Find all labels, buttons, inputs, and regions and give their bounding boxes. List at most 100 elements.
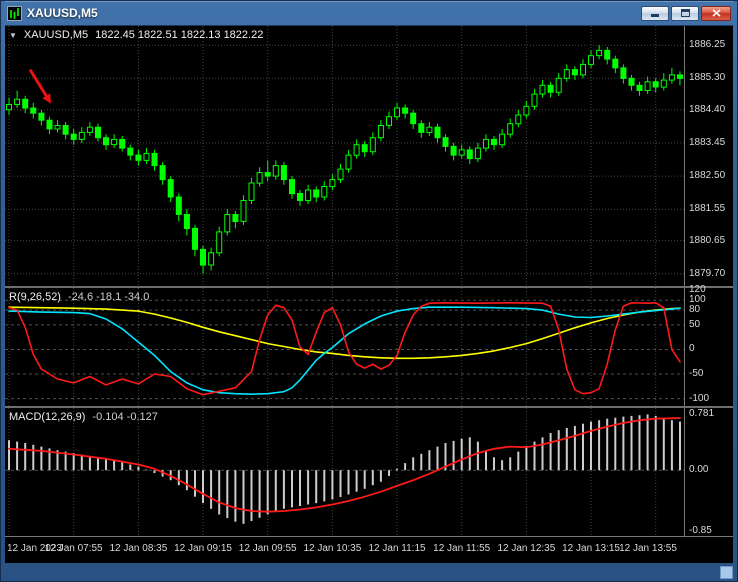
candle-body bbox=[402, 107, 409, 114]
candle-body bbox=[539, 84, 546, 95]
price-scale[interactable]: 1886.25 1885.30 1884.40 1883.45 1882.50 1881.… bbox=[684, 26, 733, 286]
candle-body bbox=[580, 63, 586, 76]
candle-body bbox=[636, 84, 643, 91]
scale-label: -100 bbox=[689, 392, 710, 404]
resize-grip[interactable] bbox=[720, 566, 733, 579]
time-axis[interactable]: 12 Jan 2023 12 Jan 07:55 12 Jan 08:35 12 Ja… bbox=[5, 536, 733, 563]
candle-body bbox=[596, 49, 603, 57]
candle-body bbox=[386, 116, 392, 126]
macd-signal-line bbox=[8, 417, 681, 513]
williams-r-panel: R(9,26,52) -24.6 -18.1 -34.0 120 100 80 50 0… bbox=[5, 284, 733, 406]
indicator-line bbox=[8, 306, 681, 360]
candle-body bbox=[240, 200, 247, 222]
candle-body bbox=[200, 248, 206, 266]
red-arrow-annotation bbox=[28, 68, 48, 97]
scale-label: 0 bbox=[689, 343, 695, 355]
candle-body bbox=[111, 138, 118, 146]
candle-body bbox=[668, 74, 675, 81]
williams-r-plot[interactable]: R(9,26,52) -24.6 -18.1 -34.0 bbox=[5, 288, 684, 406]
time-axis-label: 12 Jan 12:35 bbox=[497, 543, 556, 554]
scale-label: 1882.50 bbox=[689, 170, 726, 182]
candle-body bbox=[78, 131, 85, 140]
macd-scale[interactable]: 0.781 0.00 -0.85 bbox=[684, 408, 733, 536]
price-chart-svg bbox=[5, 26, 684, 286]
candle-body bbox=[264, 172, 271, 177]
candle-body bbox=[523, 105, 530, 116]
candle-body bbox=[62, 125, 69, 135]
window-titlebar[interactable]: XAUUSD,M5 bbox=[5, 1, 733, 25]
candle-body bbox=[394, 107, 400, 118]
candle-body bbox=[466, 149, 473, 160]
candle-body bbox=[232, 214, 239, 222]
price-chart-plot[interactable]: ▼ XAUUSD,M5 1822.45 1822.51 1822.13 1822… bbox=[5, 26, 684, 286]
scale-label: 50 bbox=[689, 318, 701, 330]
candle-body bbox=[531, 93, 538, 107]
candle-body bbox=[426, 126, 433, 133]
window-frame-bottom bbox=[5, 563, 733, 581]
candle-body bbox=[474, 147, 481, 160]
candle-body bbox=[54, 125, 61, 130]
candle-body bbox=[22, 98, 29, 109]
scale-label: 1885.30 bbox=[689, 72, 726, 84]
candle-body bbox=[256, 172, 263, 184]
candle-body bbox=[571, 69, 578, 76]
indicator-line bbox=[8, 306, 681, 395]
scale-label: -0.85 bbox=[689, 524, 712, 536]
restore-icon bbox=[680, 9, 690, 17]
restore-button[interactable] bbox=[671, 5, 699, 21]
candle-body bbox=[644, 81, 651, 91]
candle-body bbox=[369, 137, 376, 153]
candle-body bbox=[95, 126, 101, 139]
time-axis-label: 12 Jan 13:55 bbox=[619, 543, 677, 554]
time-axis-label: 12 Jan 07:55 bbox=[44, 543, 103, 554]
candle-body bbox=[353, 144, 360, 156]
scale-label: -50 bbox=[689, 368, 704, 380]
macd-svg bbox=[5, 408, 684, 536]
window-title: XAUUSD,M5 bbox=[27, 6, 98, 20]
candle-body bbox=[620, 67, 627, 79]
candle-body bbox=[361, 144, 368, 153]
candle-body bbox=[588, 55, 594, 65]
candle-body bbox=[442, 137, 449, 147]
time-axis-label: 12 Jan 13:15 bbox=[562, 543, 620, 554]
candle-body bbox=[515, 114, 522, 125]
candle-body bbox=[216, 231, 223, 254]
candle-body bbox=[272, 165, 279, 177]
scale-label: 1879.70 bbox=[689, 267, 726, 279]
scale-label: 0.00 bbox=[689, 464, 709, 476]
candle-body bbox=[14, 98, 21, 106]
candle-body bbox=[38, 112, 45, 121]
chart-icon-graphic bbox=[7, 5, 22, 21]
candle-body bbox=[458, 149, 465, 156]
minimize-button[interactable] bbox=[641, 5, 669, 21]
scale-label: 1884.40 bbox=[689, 103, 726, 115]
price-chart-panel: ▼ XAUUSD,M5 1822.45 1822.51 1822.13 1822… bbox=[5, 26, 733, 286]
candle-body bbox=[612, 58, 619, 69]
macd-plot[interactable]: MACD(12,26,9) -0.104 -0.127 bbox=[5, 408, 684, 536]
macd-panel: MACD(12,26,9) -0.104 -0.127 0.781 0.00 -0.… bbox=[5, 408, 733, 536]
chart-icon bbox=[7, 5, 22, 21]
candle-body bbox=[563, 69, 570, 79]
scale-label: 1881.55 bbox=[689, 203, 726, 215]
time-axis-label: 12 Jan 09:55 bbox=[238, 543, 297, 554]
candle-body bbox=[660, 79, 667, 88]
candle-body bbox=[289, 179, 295, 195]
candle-body bbox=[337, 168, 344, 181]
candle-body bbox=[6, 104, 12, 111]
candle-body bbox=[175, 196, 182, 215]
candle-body bbox=[280, 165, 287, 181]
time-axis-label: 12 Jan 11:15 bbox=[368, 543, 426, 554]
window-controls bbox=[641, 5, 731, 21]
williams-r-scale[interactable]: 120 100 80 50 0 -50 -100 bbox=[684, 284, 733, 406]
candle-body bbox=[127, 147, 134, 156]
candle-body bbox=[305, 189, 312, 201]
candle-body bbox=[208, 252, 215, 266]
candle-body bbox=[248, 182, 255, 201]
minimize-icon bbox=[651, 14, 659, 17]
candle-body bbox=[418, 123, 425, 133]
candle-body bbox=[70, 133, 77, 140]
candle-body bbox=[167, 179, 174, 198]
close-button[interactable] bbox=[701, 5, 731, 21]
scale-label: 1880.65 bbox=[689, 234, 726, 246]
one-click-trading-arrow-icon[interactable]: ▼ bbox=[9, 31, 17, 40]
